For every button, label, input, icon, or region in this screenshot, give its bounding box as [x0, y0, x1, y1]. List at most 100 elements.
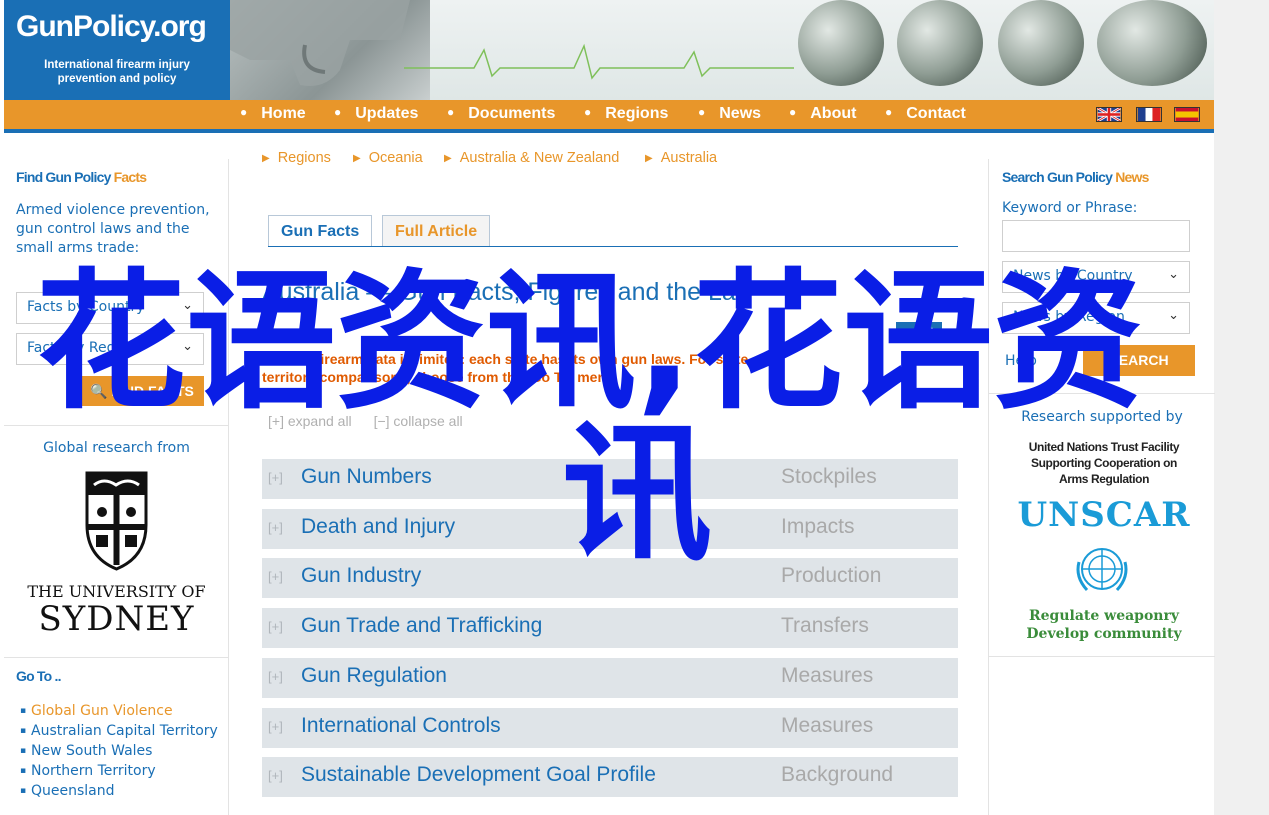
- university-crest-icon: [85, 471, 148, 571]
- chevron-down-icon: ⌄: [1168, 308, 1179, 323]
- university-of-sydney-logo[interactable]: THE UNIVERSITY OF SYDNEY: [24, 465, 209, 639]
- nav-regions-label: Regions: [605, 105, 669, 122]
- section-row[interactable]: [+] Gun Trade and Trafficking Transfers: [262, 608, 958, 648]
- expand-icon: [+]: [268, 669, 283, 684]
- section-title: Death and Injury: [301, 515, 456, 538]
- tab-gun-facts-label: Gun Facts: [281, 223, 360, 240]
- unscar-tagline: Regulate weaponry Develop community: [1009, 607, 1199, 643]
- watermark-line1: 花语资讯,花语资: [36, 256, 1143, 430]
- search-news-heading: Search Gun Policy News: [1002, 169, 1149, 185]
- logo-tagline-line2: prevention and policy: [57, 73, 177, 85]
- goto-item-act[interactable]: Australian Capital Territory: [20, 721, 220, 741]
- nav-contact-label: Contact: [906, 105, 966, 122]
- page: { "header": { "logo_title": "GunPolicy.o…: [0, 0, 1269, 815]
- uk-flag-icon[interactable]: [1096, 107, 1122, 122]
- page-gutter: [1214, 0, 1269, 815]
- search-news-heading-accent: News: [1115, 169, 1149, 185]
- nav-updates[interactable]: ● Updates: [334, 105, 418, 123]
- goto-item-nt[interactable]: Northern Territory: [20, 761, 220, 781]
- goto-heading: Go To ..: [16, 668, 61, 684]
- nav-news[interactable]: ● News: [698, 105, 761, 123]
- site-header: GunPolicy.org International firearm inju…: [4, 0, 1214, 100]
- expand-icon: [+]: [268, 619, 283, 634]
- expand-icon: [+]: [268, 470, 283, 485]
- unscar-logo[interactable]: UNSCAR: [1009, 495, 1199, 535]
- section-row[interactable]: [+] International Controls Measures: [262, 708, 958, 748]
- section-category: Impacts: [781, 515, 855, 538]
- nav-documents[interactable]: ● Documents: [447, 105, 555, 123]
- section-title: Gun Numbers: [301, 465, 432, 488]
- university-name-line2: SYDNEY: [38, 599, 195, 639]
- unscar-tag1: Regulate weaponry: [1029, 608, 1179, 624]
- globe-icon: [798, 0, 884, 86]
- section-category: Background: [781, 763, 894, 786]
- breadcrumb-australia-label: Australia: [660, 150, 718, 166]
- spain-flag-icon[interactable]: [1174, 107, 1200, 122]
- keyword-label: Keyword or Phrase:: [1002, 200, 1138, 216]
- nav-contact[interactable]: ● Contact: [885, 105, 966, 123]
- keyword-input[interactable]: [1002, 220, 1190, 252]
- site-logo[interactable]: GunPolicy.org International firearm inju…: [4, 0, 230, 100]
- breadcrumb-regions[interactable]: ▶ Regions: [262, 150, 331, 166]
- goto-list: Global Gun Violence Australian Capital T…: [20, 701, 220, 801]
- nav-about[interactable]: ● About: [789, 105, 856, 123]
- section-title: International Controls: [301, 714, 501, 737]
- find-facts-description: Armed violence prevention, gun control l…: [16, 202, 210, 256]
- section-category: Production: [781, 564, 882, 587]
- section-row[interactable]: [+] Sustainable Development Goal Profile…: [262, 757, 958, 797]
- logo-title: GunPolicy.org: [16, 10, 207, 43]
- main-nav: ● Home ● Updates ● Documents ● Regions ● News…: [4, 100, 1214, 133]
- section-title: Gun Industry: [301, 564, 422, 587]
- tab-full-article-label: Full Article: [395, 223, 478, 240]
- nav-home[interactable]: ● Home: [240, 105, 306, 123]
- breadcrumb-oceania-label: Oceania: [368, 150, 423, 166]
- section-title: Gun Trade and Trafficking: [301, 614, 543, 637]
- expand-icon: [+]: [268, 520, 283, 535]
- globe-icon: [998, 0, 1084, 86]
- unscar-line3: Arms Regulation: [1058, 472, 1149, 486]
- france-flag-icon[interactable]: [1136, 107, 1162, 122]
- divider: [4, 657, 229, 658]
- breadcrumb-regions-label: Regions: [277, 150, 331, 166]
- nav-updates-label: Updates: [355, 105, 419, 122]
- find-facts-heading-main: Find Gun Policy: [16, 169, 111, 185]
- section-title: Gun Regulation: [301, 664, 447, 687]
- nav-regions[interactable]: ● Regions: [584, 105, 668, 123]
- breadcrumb-australia[interactable]: ▶ Australia: [645, 150, 717, 166]
- nav-documents-label: Documents: [468, 105, 556, 122]
- section-category: Transfers: [781, 614, 869, 637]
- unscar-line1: United Nations Trust Facility: [1028, 440, 1180, 454]
- unscar-line2: Supporting Cooperation on: [1031, 456, 1177, 470]
- tab-full-article[interactable]: Full Article: [382, 215, 491, 247]
- research-from-label: Global research from: [43, 440, 190, 456]
- breadcrumb-anz[interactable]: ▶ Australia & New Zealand: [444, 150, 619, 166]
- breadcrumb-oceania[interactable]: ▶ Oceania: [353, 150, 423, 166]
- goto-item-qld[interactable]: Queensland: [20, 781, 220, 801]
- section-row[interactable]: [+] Gun Regulation Measures: [262, 658, 958, 698]
- breadcrumb-anz-label: Australia & New Zealand: [459, 150, 620, 166]
- globe-icon: [1097, 0, 1207, 86]
- nav-about-label: About: [810, 105, 857, 122]
- section-title: Sustainable Development Goal Profile: [301, 763, 656, 786]
- nav-home-label: Home: [261, 105, 306, 122]
- watermark-line2: 讯: [562, 408, 713, 582]
- chevron-down-icon: ⌄: [1168, 267, 1179, 282]
- ecg-line-icon: [404, 43, 794, 80]
- logo-tagline-line1: International firearm injury: [44, 59, 190, 71]
- search-news-heading-main: Search Gun Policy: [1002, 169, 1113, 185]
- find-facts-heading: Find Gun Policy Facts: [16, 169, 147, 185]
- nav-news-label: News: [719, 105, 762, 122]
- tabs-underline: [268, 246, 958, 247]
- expand-icon: [+]: [268, 569, 283, 584]
- unscar-tag2: Develop community: [1026, 626, 1182, 642]
- section-category: Measures: [781, 664, 874, 687]
- find-facts-heading-accent: Facts: [113, 169, 147, 185]
- banner-pistol-image: [230, 0, 430, 100]
- logo-tagline: International firearm injury prevention …: [12, 58, 222, 86]
- goto-item-global-gun-violence[interactable]: Global Gun Violence: [20, 701, 220, 721]
- expand-icon: [+]: [268, 768, 283, 783]
- tab-gun-facts[interactable]: Gun Facts: [268, 215, 373, 247]
- divider: [989, 656, 1215, 657]
- goto-item-nsw[interactable]: New South Wales: [20, 741, 220, 761]
- section-category: Stockpiles: [781, 465, 877, 488]
